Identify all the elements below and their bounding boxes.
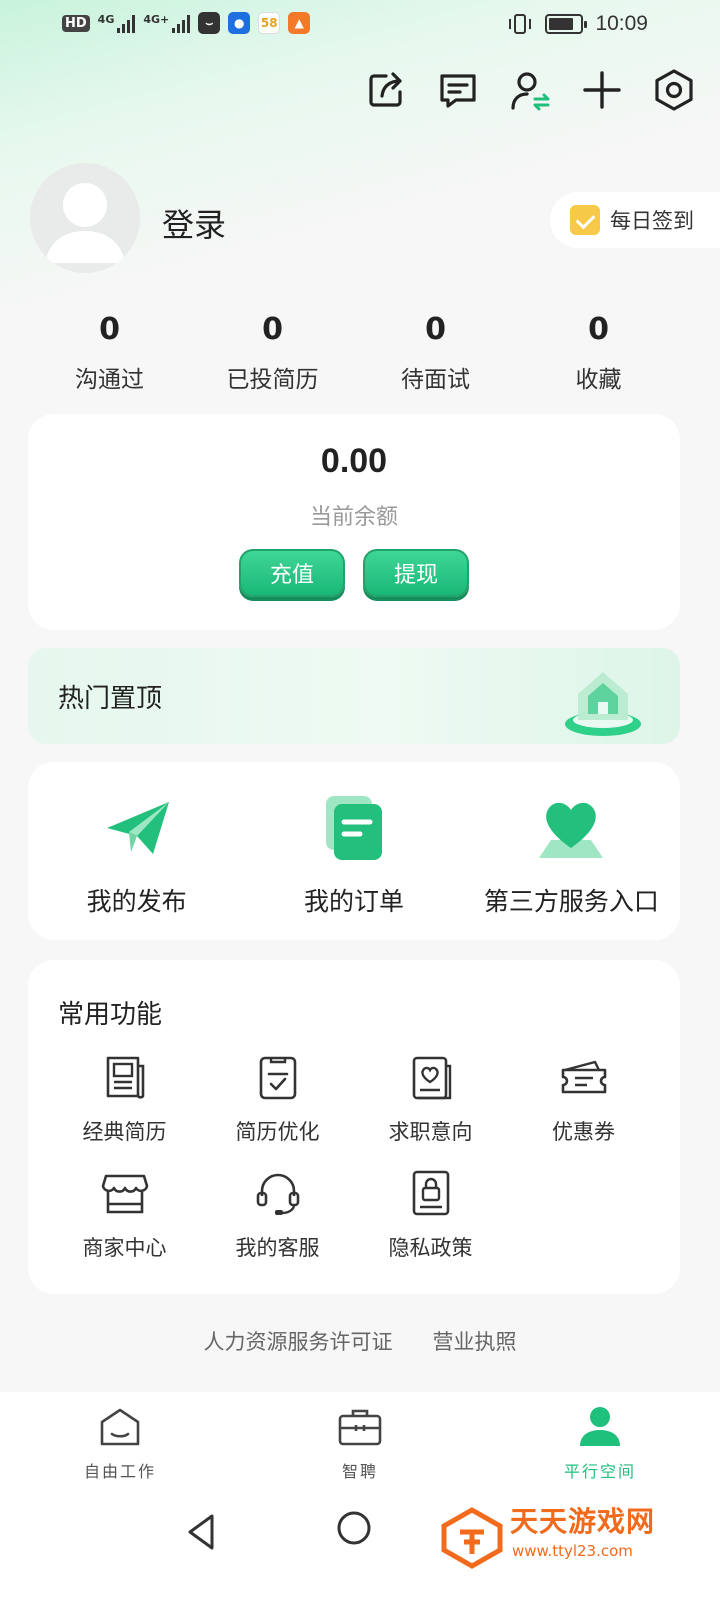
quick-actions-card: 我的发布 我的订单 第三方服务入口 <box>28 762 680 940</box>
balance-label: 当前余额 <box>309 505 398 530</box>
stat-value: 0 <box>262 312 283 347</box>
coupon-label: 优惠券 <box>552 1120 615 1144</box>
job-intention-entry[interactable]: 求职意向 <box>354 1052 507 1146</box>
customer-service-entry[interactable]: 我的客服 <box>201 1168 354 1262</box>
stat-label: 待面试 <box>401 367 470 393</box>
my-posts-label: 我的发布 <box>86 887 187 916</box>
stat-value: 0 <box>99 312 120 347</box>
briefcase-icon <box>338 1409 382 1446</box>
footer-links: 人力资源服务许可证 营业执照 <box>0 1326 720 1356</box>
flame-app-icon: ▲ <box>288 12 311 34</box>
default-avatar-icon <box>45 183 125 263</box>
stat-label: 沟通过 <box>75 367 144 393</box>
stat-favorites[interactable]: 0 收藏 <box>517 312 680 394</box>
balance-amount: 0.00 <box>320 442 388 480</box>
signal-icon: 4G <box>98 13 136 33</box>
classic-resume-label: 经典简历 <box>82 1120 167 1144</box>
tab-label: 平行空间 <box>563 1462 636 1481</box>
checkin-icon <box>570 205 600 235</box>
merchant-center-entry[interactable]: 商家中心 <box>48 1168 201 1262</box>
signal-icon-2: 4G+ <box>143 13 191 33</box>
stat-value: 0 <box>425 312 446 347</box>
checkin-label: 每日签到 <box>610 209 694 233</box>
hr-license-link[interactable]: 人力资源服务许可证 <box>204 1326 393 1356</box>
withdraw-button[interactable]: 提现 <box>363 549 469 597</box>
lock-doc-icon <box>412 1170 449 1216</box>
watermark-logo-icon <box>441 1507 503 1569</box>
top-actions <box>364 68 696 112</box>
resume-optimize-label: 简历优化 <box>235 1120 320 1144</box>
heart-hand-icon <box>539 802 604 858</box>
watermark: 天天游戏网 www.ttyl23.com <box>440 1498 700 1588</box>
tab-freelance[interactable]: 自由工作 <box>0 1392 240 1488</box>
my-orders-label: 我的订单 <box>303 887 404 916</box>
privacy-policy-label: 隐私政策 <box>388 1236 473 1260</box>
watermark-name: 天天游戏网 <box>510 1505 656 1538</box>
third-party-label: 第三方服务入口 <box>483 887 659 916</box>
pinned-house-icon <box>565 672 641 736</box>
privacy-policy-entry[interactable]: 隐私政策 <box>354 1168 507 1262</box>
bottom-tab-bar: 自由工作 智聘 平行空间 <box>0 1392 720 1488</box>
vibrate-icon <box>509 14 532 34</box>
nav-back-icon[interactable] <box>182 1512 222 1552</box>
hot-pin-title: 热门置顶 <box>58 684 163 714</box>
tab-recruit[interactable]: 智聘 <box>240 1392 480 1488</box>
app-58-icon: 58 <box>258 12 281 34</box>
classic-resume-entry[interactable]: 经典简历 <box>48 1052 201 1146</box>
checklist-icon <box>259 1056 296 1100</box>
tab-label: 自由工作 <box>83 1462 156 1481</box>
merchant-center-label: 商家中心 <box>82 1236 167 1260</box>
resume-optimize-entry[interactable]: 简历优化 <box>201 1052 354 1146</box>
stat-label: 已投简历 <box>226 367 319 393</box>
resume-icon <box>106 1056 144 1099</box>
heart-doc-icon <box>412 1056 451 1100</box>
home-icon <box>100 1408 140 1446</box>
stat-label: 收藏 <box>575 367 622 393</box>
bulb-app-icon: ● <box>228 12 251 34</box>
watermark-url: www.ttyl23.com <box>512 1542 633 1560</box>
job-intention-label: 求职意向 <box>388 1120 473 1144</box>
paper-plane-icon <box>106 802 169 854</box>
clock: 10:09 <box>595 12 648 35</box>
hot-pin-banner[interactable]: 热门置顶 <box>28 648 680 744</box>
system-nav-bar: 天天游戏网 www.ttyl23.com <box>0 1488 720 1600</box>
avatar[interactable] <box>30 163 140 273</box>
hd-indicator: HD <box>62 14 90 32</box>
person-icon <box>580 1407 620 1446</box>
battery-icon <box>545 14 588 34</box>
tab-parallel-space[interactable]: 平行空间 <box>480 1392 720 1488</box>
settings-icon[interactable] <box>652 68 696 112</box>
third-party-entry[interactable]: 第三方服务入口 <box>463 762 680 940</box>
message-icon[interactable] <box>436 68 480 112</box>
my-posts-entry[interactable]: 我的发布 <box>28 762 245 940</box>
nav-home-icon[interactable] <box>336 1510 372 1546</box>
daily-checkin-button[interactable]: 每日签到 <box>550 192 720 248</box>
status-bar: HD 4G 4G+ ⌣ ● 58 ▲ 10:09 <box>0 0 720 50</box>
share-icon[interactable] <box>364 68 408 112</box>
coupon-entry[interactable]: 优惠券 <box>507 1052 660 1146</box>
stat-interview[interactable]: 0 待面试 <box>354 312 517 394</box>
stat-applied[interactable]: 0 已投简历 <box>191 312 354 394</box>
common-functions-title: 常用功能 <box>58 1000 163 1030</box>
stats-row: 0 沟通过 0 已投简历 0 待面试 0 收藏 <box>28 312 680 394</box>
tab-label: 智聘 <box>341 1462 378 1481</box>
shopping-bag-icon: ⌣ <box>198 12 221 34</box>
business-license-link[interactable]: 营业执照 <box>433 1326 517 1356</box>
customer-service-label: 我的客服 <box>235 1236 320 1260</box>
stat-contacted[interactable]: 0 沟通过 <box>28 312 191 394</box>
add-icon[interactable] <box>580 68 624 112</box>
headset-icon <box>256 1173 299 1215</box>
login-link[interactable]: 登录 <box>162 200 226 246</box>
store-icon <box>101 1174 148 1214</box>
stat-value: 0 <box>588 312 609 347</box>
order-doc-icon <box>325 796 382 860</box>
recharge-button[interactable]: 充值 <box>239 549 345 597</box>
balance-card: 0.00 当前余额 充值 提现 <box>28 414 680 630</box>
coupon-icon <box>561 1060 606 1094</box>
my-orders-entry[interactable]: 我的订单 <box>245 762 462 940</box>
switch-user-icon[interactable] <box>508 68 552 112</box>
common-functions-card: 常用功能 经典简历 简历优化 求职意向 优惠券 商家中心 我的客服 隐私政策 <box>28 960 680 1294</box>
